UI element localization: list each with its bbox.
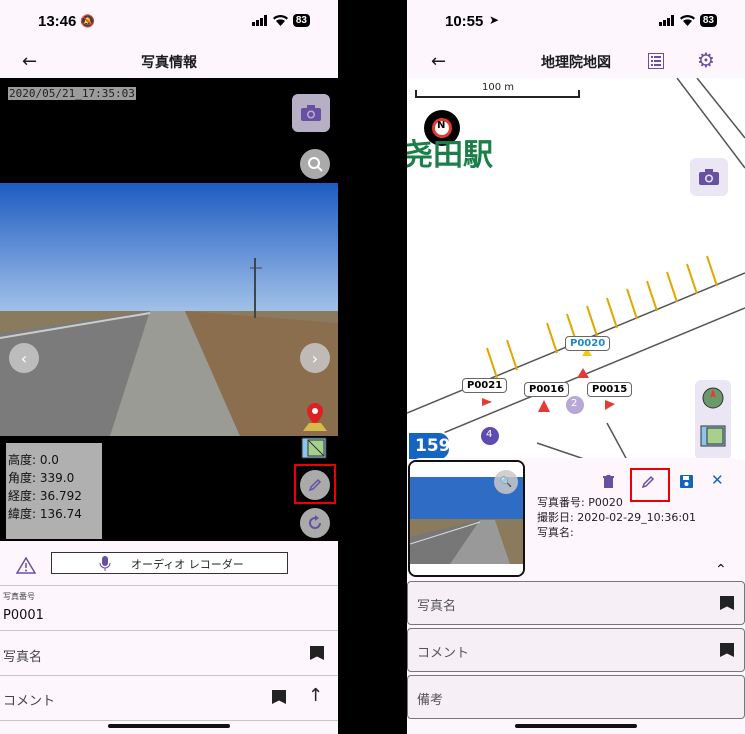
battery-icon: 83: [699, 14, 717, 27]
app-bar: ← 地理院地図 ⚙: [407, 44, 745, 78]
arrow-up-icon[interactable]: ↑: [308, 685, 323, 706]
previous-photo-button[interactable]: ‹: [9, 343, 39, 373]
close-icon[interactable]: ✕: [711, 471, 724, 489]
photo-number-field: 写真番号 P0001: [0, 587, 338, 631]
save-icon[interactable]: [680, 475, 693, 488]
latitude-text: 緯度: 136.74: [8, 507, 82, 521]
zoom-icon: [308, 157, 323, 172]
marker-label[interactable]: P0016: [524, 382, 570, 397]
photo-name-field[interactable]: 写真名: [407, 581, 745, 625]
photo-number-value: P0001: [3, 608, 44, 623]
compass-icon[interactable]: N: [437, 120, 445, 131]
audio-recorder-label: オーディオ レコーダー: [131, 558, 244, 571]
map-icon[interactable]: [300, 436, 328, 460]
north-compass-icon[interactable]: [701, 386, 725, 410]
marker-label[interactable]: P0015: [587, 382, 633, 397]
photo-thumbnail[interactable]: 🔍: [408, 460, 525, 577]
photo-number-text: 写真番号: P0020: [537, 496, 623, 509]
bookmark-icon[interactable]: [272, 690, 286, 704]
cluster-count[interactable]: 4: [486, 429, 492, 440]
altitude-text: 高度: 0.0: [8, 453, 59, 467]
photo-info-screen: 13:46 🔕 83 ← 写真情報 2020/05/21_17:35:03 ‹ …: [0, 0, 338, 734]
camera-button[interactable]: [690, 158, 728, 196]
marker-label[interactable]: P0021: [462, 378, 508, 393]
signal-icon: [251, 15, 267, 26]
page-title: 地理院地図: [541, 55, 611, 71]
home-indicator: [108, 724, 230, 728]
marker-label[interactable]: P0020: [565, 336, 611, 351]
photo-viewer: 2020/05/21_17:35:03 ‹ › 高度: 0.0 角度: 339.…: [0, 78, 338, 541]
comment-label: コメント: [3, 694, 56, 709]
chevron-up-icon[interactable]: ⌃: [715, 562, 727, 578]
signal-icon: [658, 15, 674, 26]
map-layer-icon[interactable]: [699, 424, 727, 448]
battery-icon: 83: [292, 14, 310, 27]
settings-gear-icon[interactable]: ⚙: [697, 48, 715, 72]
zoom-button[interactable]: 🔍: [494, 470, 518, 494]
map-screen: 10:55 ➤ 83 ← 地理院地図 ⚙ 100 m 尧田駅 N P0020 P…: [407, 0, 745, 734]
bookmark-icon[interactable]: [720, 643, 734, 657]
photo-metadata: 高度: 0.0 角度: 339.0 経度: 36.792 緯度: 136.74: [6, 443, 102, 539]
warning-icon[interactable]: [16, 557, 36, 574]
notes-label: 備考: [417, 693, 444, 708]
status-time: 13:46: [38, 13, 77, 30]
location-arrow-icon: ➤: [489, 13, 500, 27]
capture-date-text: 撮影日: 2020-02-29_10:36:01: [537, 511, 697, 524]
status-time: 10:55: [445, 13, 484, 30]
search-icon: 🔍: [499, 476, 513, 488]
home-indicator: [515, 724, 637, 728]
delete-icon[interactable]: [603, 475, 614, 488]
scale-label: 100 m: [482, 82, 515, 93]
photo-timestamp: 2020/05/21_17:35:03: [8, 87, 136, 100]
notes-field[interactable]: 備考: [407, 675, 745, 719]
zoom-button[interactable]: [300, 149, 330, 179]
comment-label: コメント: [417, 646, 470, 661]
comment-field[interactable]: コメント ↑: [0, 676, 338, 721]
camera-icon: [301, 105, 321, 121]
bookmark-icon[interactable]: [310, 646, 324, 660]
chevron-left-icon: ‹: [20, 348, 28, 368]
layer-buttons: [695, 380, 731, 460]
route-sign: 159: [407, 431, 451, 460]
page-title: 写真情報: [141, 55, 197, 71]
app-bar: ← 写真情報: [0, 44, 338, 78]
rotate-icon: [309, 515, 321, 529]
photo-image: [0, 183, 338, 436]
bookmark-icon[interactable]: [720, 596, 734, 610]
list-icon[interactable]: [648, 53, 664, 69]
station-label: 尧田駅: [407, 138, 493, 173]
audio-row: オーディオ レコーダー: [0, 541, 338, 586]
camera-icon: [699, 169, 719, 185]
highlight-box: [294, 464, 336, 504]
photo-details: 写真番号: P0020 撮影日: 2020-02-29_10:36:01 写真名…: [537, 495, 696, 540]
status-bar: 13:46 🔕 83: [0, 0, 338, 44]
angle-text: 角度: 339.0: [8, 471, 75, 485]
wifi-icon: [679, 15, 695, 26]
microphone-icon: [99, 556, 111, 571]
mute-icon: 🔕: [80, 14, 95, 28]
audio-recorder-button[interactable]: オーディオ レコーダー: [51, 552, 288, 574]
photo-number-label: 写真番号: [3, 592, 35, 601]
photo-name-label: 写真名: [3, 650, 43, 665]
location-pin-icon[interactable]: [303, 403, 327, 431]
rotate-button[interactable]: [300, 508, 330, 538]
wifi-icon: [272, 15, 288, 26]
photo-detail-panel: 🔍 ✕ 写真番号: P0020 撮影日: 2020-02-29_10:36:01…: [407, 458, 745, 734]
status-bar: 10:55 ➤ 83: [407, 0, 745, 44]
comment-field[interactable]: コメント: [407, 628, 745, 672]
camera-button[interactable]: [292, 94, 330, 132]
cluster-count[interactable]: 2: [571, 398, 577, 409]
longitude-text: 経度: 36.792: [8, 489, 82, 503]
photo-name-field[interactable]: 写真名: [0, 631, 338, 676]
photo-name-label: 写真名: [417, 599, 457, 614]
photo-name-text: 写真名:: [537, 526, 574, 539]
next-photo-button[interactable]: ›: [300, 343, 330, 373]
map-view[interactable]: 100 m 尧田駅 N P0020 P0021 P0016 P0015 2 4 …: [407, 78, 745, 460]
chevron-right-icon: ›: [311, 348, 319, 368]
